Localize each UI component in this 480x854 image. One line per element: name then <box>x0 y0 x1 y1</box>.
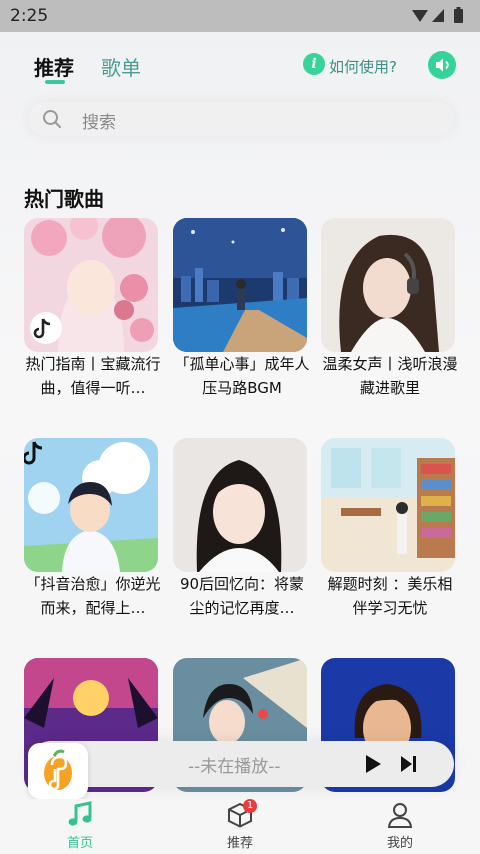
song-cover-image <box>173 438 307 572</box>
search-input[interactable]: 搜索 <box>28 102 454 136</box>
wifi-icon <box>412 10 428 22</box>
status-bar: 2:25 <box>0 0 480 32</box>
tab-recommend[interactable]: 推荐 <box>34 52 74 81</box>
notification-badge: 1 <box>243 799 257 813</box>
bottom-navigation: 首页 1 推荐 我的 <box>0 799 480 854</box>
play-icon[interactable] <box>362 753 384 775</box>
status-time: 2:25 <box>10 6 49 26</box>
nav-recommend[interactable]: 1 推荐 <box>200 799 280 854</box>
speaker-icon <box>436 58 449 72</box>
app-logo[interactable] <box>28 743 88 799</box>
music-note-icon <box>68 801 92 826</box>
nav-home-label: 首页 <box>66 836 93 851</box>
nav-profile[interactable]: 我的 <box>360 799 440 854</box>
nav-profile-label: 我的 <box>386 836 413 851</box>
sound-toggle-button[interactable] <box>428 51 456 79</box>
nav-recommend-label: 推荐 <box>226 836 253 851</box>
song-title: 「孤单心事」成年人压马路BGM <box>174 355 310 397</box>
song-title: 90后回忆向：将蒙尘的记忆再度… <box>179 575 305 617</box>
song-title: 「抖音治愈」你逆光而来，配得上… <box>25 575 161 617</box>
active-tab-indicator <box>45 80 65 84</box>
section-title-hot-songs: 热门歌曲 <box>24 187 104 211</box>
song-cover-image <box>321 438 455 572</box>
song-title: 解题时刻 ：美乐相伴学习无忧 <box>327 575 453 617</box>
search-icon <box>43 110 61 128</box>
song-title: 温柔女声丨浅听浪漫藏进歌里 <box>322 355 458 397</box>
song-cover-image <box>24 218 158 352</box>
song-cover-image <box>321 218 455 352</box>
user-icon <box>387 803 413 828</box>
search-placeholder: 搜索 <box>82 113 116 133</box>
info-icon: i <box>303 53 325 75</box>
next-track-icon[interactable] <box>398 753 420 775</box>
song-title: 热门指南丨宝藏流行曲，值得一听… <box>25 355 161 397</box>
song-cover-image <box>24 438 158 572</box>
signal-icon <box>432 9 444 22</box>
song-cover-image <box>173 218 307 352</box>
nav-home[interactable]: 首页 <box>40 799 120 854</box>
battery-icon <box>454 9 463 23</box>
status-icons <box>412 7 463 23</box>
how-to-use-label: 如何使用? <box>329 58 397 76</box>
music-note-logo-icon <box>44 749 72 791</box>
tab-playlists[interactable]: 歌单 <box>101 52 141 81</box>
now-playing-status: --未在播放-- <box>188 757 281 777</box>
